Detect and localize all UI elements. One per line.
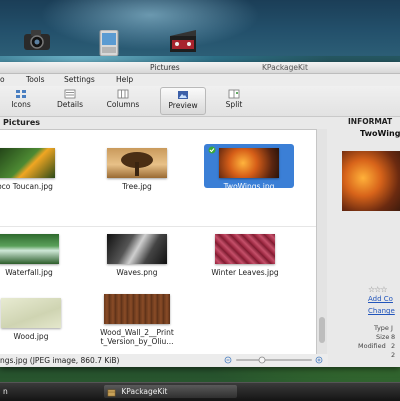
file-item-selected[interactable]: TwoWings.jpg	[204, 144, 294, 191]
info-value-modified: 2	[391, 342, 396, 350]
file-thumbnail	[0, 234, 59, 264]
info-key-size: Size	[376, 333, 390, 341]
icons-view-icon	[16, 90, 26, 98]
split-label: Split	[225, 100, 243, 109]
file-name: Waterfall.jpg	[5, 268, 53, 277]
split-button[interactable]: Split	[214, 87, 254, 113]
file-name: Tree.jpg	[122, 182, 152, 191]
columns-view-icon	[117, 89, 129, 99]
preview-label: Preview	[168, 101, 198, 110]
location-label: Pictures	[3, 118, 40, 127]
information-heading: INFORMAT	[348, 117, 393, 126]
info-value-size: 8	[391, 333, 396, 341]
split-icon	[228, 89, 240, 99]
file-thumbnail	[107, 148, 167, 178]
rating-stars[interactable]: ☆☆☆	[368, 285, 387, 294]
selection-check-icon[interactable]	[208, 146, 216, 154]
film-icon[interactable]	[168, 28, 198, 54]
status-text: ngs.jpg (JPEG image, 860.7 KiB)	[0, 356, 120, 365]
scrollbar-thumb[interactable]	[319, 317, 325, 343]
menu-bar: o Tools Settings Help	[0, 74, 400, 86]
taskbar-item[interactable]: n	[0, 385, 93, 398]
location-bar[interactable]: Pictures	[0, 117, 320, 129]
file-thumbnail	[215, 234, 275, 264]
add-comment-link[interactable]: Add Co	[368, 295, 393, 303]
menu-item-help[interactable]: Help	[116, 75, 133, 84]
file-name: TwoWings.jpg	[223, 182, 275, 191]
columns-view-button[interactable]: Columns	[103, 87, 143, 113]
details-view-icon	[64, 89, 76, 99]
file-thumbnail	[104, 294, 170, 324]
file-manager-window: Pictures KPackageKit o Tools Settings He…	[0, 62, 400, 367]
package-icon	[107, 389, 116, 396]
details-view-label: Details	[56, 100, 83, 109]
window-title: Pictures	[150, 63, 180, 72]
title-bar[interactable]: Pictures KPackageKit	[0, 62, 400, 74]
menu-item-view[interactable]: o	[0, 75, 5, 84]
preview-icon	[178, 91, 188, 99]
file-thumbnail	[1, 298, 61, 328]
file-view: oco Toucan.jpg Tree.jpg TwoWings.jpg Wat…	[0, 129, 317, 356]
phone-icon[interactable]	[94, 30, 124, 56]
columns-view-label: Columns	[106, 100, 140, 109]
file-item[interactable]: Waterfall.jpg	[0, 234, 74, 277]
file-item[interactable]: Wood_Wall_2__Print t_Version_by_Oliu...	[92, 294, 182, 346]
information-panel: INFORMAT TwoWing ☆☆☆ Add Co Change Type …	[330, 117, 400, 367]
file-item[interactable]: Winter Leaves.jpg	[200, 234, 290, 277]
file-thumbnail	[107, 234, 167, 264]
row-separator	[0, 226, 316, 227]
info-value-extra: 2	[391, 351, 396, 359]
preview-button[interactable]: Preview	[160, 87, 206, 115]
file-name: Waves.png	[116, 268, 158, 277]
change-tags-link[interactable]: Change	[368, 307, 395, 315]
file-name: Wood.jpg	[13, 332, 49, 341]
info-key-type: Type	[374, 324, 389, 332]
file-item[interactable]: Waves.png	[92, 234, 182, 277]
information-preview-image	[342, 151, 400, 211]
file-name-line-2: t_Version_by_Oliu...	[100, 337, 174, 346]
file-thumbnail	[219, 148, 279, 178]
info-value-type: J	[391, 324, 393, 332]
file-name-line-1: Wood_Wall_2__Print	[100, 328, 174, 337]
icons-view-label: Icons	[11, 100, 31, 109]
background-window-title: KPackageKit	[262, 63, 308, 72]
taskbar: n KPackageKit	[0, 382, 400, 401]
details-view-button[interactable]: Details	[50, 87, 90, 113]
file-item[interactable]: Tree.jpg	[92, 148, 182, 191]
icons-view-button[interactable]: Icons	[1, 87, 41, 113]
information-filename: TwoWing	[360, 129, 400, 138]
file-item[interactable]: Wood.jpg	[0, 298, 76, 341]
desktop-glow	[40, 0, 260, 50]
toolbar: Icons Details Columns Preview Split	[0, 86, 400, 117]
tree-silhouette-icon	[121, 152, 153, 176]
zoom-slider[interactable]	[224, 355, 324, 365]
info-key-modified: Modified	[358, 342, 386, 350]
taskbar-item-label: KPackageKit	[121, 387, 168, 396]
taskbar-item-active[interactable]: KPackageKit	[104, 385, 237, 398]
file-thumbnail	[0, 148, 55, 178]
file-name: oco Toucan.jpg	[0, 182, 53, 191]
menu-item-settings[interactable]: Settings	[64, 75, 95, 84]
menu-item-tools[interactable]: Tools	[26, 75, 44, 84]
camera-icon[interactable]	[22, 28, 52, 54]
status-bar: ngs.jpg (JPEG image, 860.7 KiB)	[0, 354, 328, 366]
vertical-scrollbar[interactable]	[317, 129, 327, 354]
file-item[interactable]: oco Toucan.jpg	[0, 148, 70, 191]
file-name: Winter Leaves.jpg	[211, 268, 279, 277]
